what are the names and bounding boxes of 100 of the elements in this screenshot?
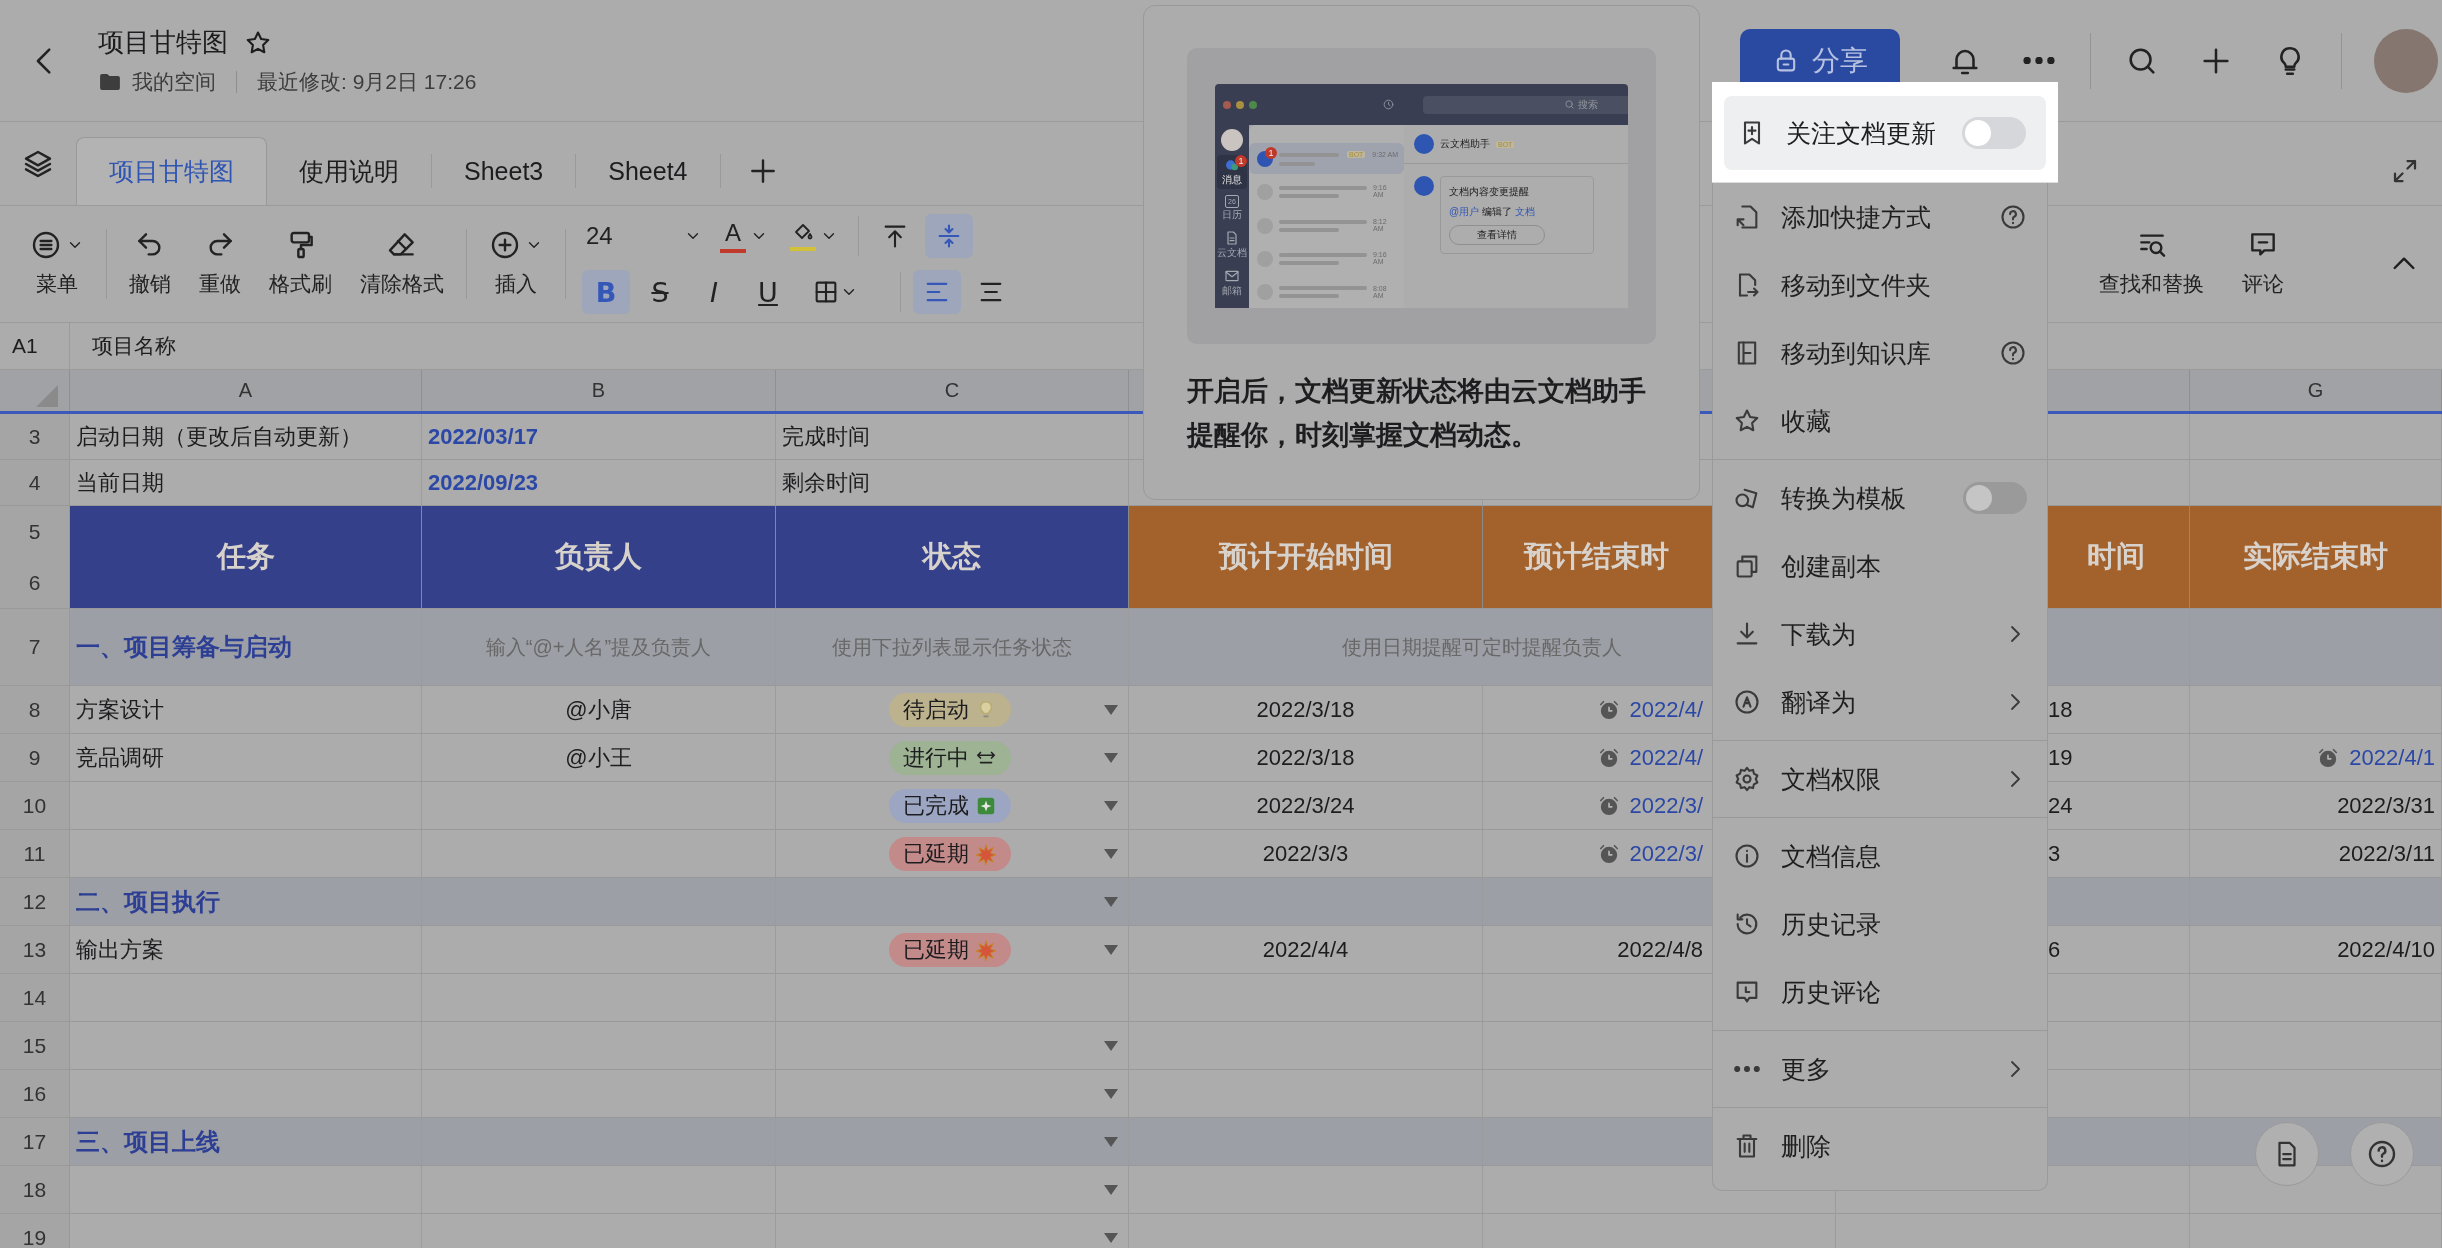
- table-cell: 启动日期（更改后自动更新）: [70, 414, 422, 459]
- menu-item[interactable]: 收藏: [1713, 387, 2047, 455]
- strike-button[interactable]: S: [636, 270, 684, 314]
- column-letter[interactable]: C: [944, 379, 960, 402]
- dropdown-arrow-icon[interactable]: [1104, 944, 1118, 955]
- settings-icon: [1733, 765, 1761, 793]
- date-reminder[interactable]: 2022/4/: [1629, 744, 1703, 771]
- card-text: 编辑了: [1482, 205, 1513, 219]
- avatar: [1221, 129, 1243, 151]
- sheet-tab[interactable]: Sheet3: [432, 137, 576, 205]
- status-tag[interactable]: 已延期: [889, 932, 1011, 967]
- help-icon[interactable]: [1999, 203, 2027, 231]
- menu-item[interactable]: 移动到知识库: [1713, 319, 2047, 387]
- alarm-clock-icon[interactable]: [1597, 698, 1620, 721]
- column-header-cell: 负责人: [422, 506, 776, 608]
- row-number: 12: [22, 889, 47, 914]
- menu-item[interactable]: 关注文档更新: [1724, 96, 2046, 170]
- chat-icon: [1224, 157, 1240, 173]
- toolbar-button[interactable]: 菜单: [16, 230, 98, 298]
- window-dot-icon: [1236, 100, 1244, 109]
- bot-avatar: [1414, 134, 1434, 154]
- toggle-switch[interactable]: [1962, 117, 2026, 149]
- formula-value[interactable]: 项目名称: [70, 332, 176, 360]
- row-number: 4: [28, 470, 41, 495]
- row-number: 8: [28, 697, 41, 722]
- column-letter[interactable]: A: [238, 379, 253, 402]
- toggle-switch[interactable]: [1963, 482, 2027, 514]
- dropdown-arrow-icon[interactable]: [1104, 704, 1118, 715]
- row-number: 18: [22, 1177, 47, 1202]
- sheet-tab[interactable]: 使用说明: [267, 137, 431, 205]
- underline-button[interactable]: U: [744, 270, 792, 314]
- hint-cell: 输入“@+人名”提及负责人: [422, 609, 776, 685]
- more-icon[interactable]: [2022, 57, 2056, 64]
- sheet-tab[interactable]: Sheet4: [576, 137, 720, 205]
- location-link[interactable]: 我的空间: [132, 68, 216, 96]
- align-middle-button[interactable]: [925, 214, 973, 258]
- table-cell: 方案设计: [70, 686, 422, 733]
- dropdown-arrow-icon[interactable]: [1104, 800, 1118, 811]
- italic-button[interactable]: I: [690, 270, 738, 314]
- align-left-button[interactable]: [913, 270, 961, 314]
- status-tag[interactable]: 待启动: [889, 692, 1011, 727]
- nav-item[interactable]: 云文档: [1217, 228, 1247, 262]
- toolbar-button[interactable]: 清除格式: [346, 230, 458, 298]
- status-tag[interactable]: 已延期: [889, 836, 1011, 871]
- table-cell: 2022/4/10: [2190, 926, 2442, 973]
- table-cell: 2022/4/4: [1129, 926, 1483, 973]
- column-letter[interactable]: B: [591, 379, 606, 402]
- row-number: 9: [28, 745, 41, 770]
- dropdown-arrow-icon[interactable]: [1104, 848, 1118, 859]
- table-cell: 2022/3/3: [1129, 830, 1483, 877]
- toolbar-button[interactable]: 撤销: [115, 230, 185, 298]
- table-cell: @小王: [422, 734, 776, 781]
- dropdown-arrow-icon[interactable]: [1104, 1232, 1118, 1243]
- font-color-button[interactable]: A: [712, 219, 776, 253]
- row-number: 16: [22, 1081, 47, 1106]
- help-icon: [2366, 1138, 2398, 1170]
- alarm-clock-icon[interactable]: [2317, 746, 2340, 769]
- dropdown-arrow-icon[interactable]: [1104, 896, 1118, 907]
- column-letter[interactable]: G: [2307, 379, 2324, 402]
- menu-item[interactable]: 更多: [1713, 1035, 2047, 1103]
- toolbar-button[interactable]: 重做: [185, 230, 255, 298]
- alarm-clock-icon[interactable]: [1597, 746, 1620, 769]
- nav-item[interactable]: 消息 1: [1217, 155, 1247, 189]
- toolbar-button[interactable]: 插入: [475, 230, 557, 298]
- help-icon[interactable]: [1999, 339, 2027, 367]
- dropdown-arrow-icon[interactable]: [1104, 752, 1118, 763]
- table-cell: 2022/09/23: [422, 460, 776, 505]
- row-number: 11: [23, 841, 46, 866]
- column-header-cell: 实际结束时: [2190, 506, 2442, 608]
- date-reminder[interactable]: 2022/3/: [1629, 840, 1703, 867]
- section-title-cell: 三、项目上线: [70, 1118, 422, 1165]
- alarm-clock-icon[interactable]: [1597, 842, 1620, 865]
- dropdown-arrow-icon[interactable]: [1104, 1136, 1118, 1147]
- date-reminder[interactable]: 2022/4/1: [2349, 744, 2435, 771]
- nav-item[interactable]: 邮箱: [1217, 266, 1247, 300]
- burst-icon: [975, 842, 997, 865]
- alarm-clock-icon[interactable]: [1597, 794, 1620, 817]
- dropdown-arrow-icon[interactable]: [1104, 1184, 1118, 1195]
- column-header-cell: 预计开始时间: [1129, 506, 1483, 608]
- toolbar-button[interactable]: 查找和替换: [2085, 230, 2218, 298]
- status-tag[interactable]: 已完成: [889, 788, 1011, 823]
- document-title: 项目甘特图: [98, 26, 228, 59]
- date-reminder[interactable]: 2022/4/: [1629, 696, 1703, 723]
- toolbar-button[interactable]: 格式刷: [255, 230, 346, 298]
- card-title: 文档内容变更提醒: [1449, 185, 1530, 199]
- font-size-select[interactable]: 24: [582, 222, 706, 250]
- menu-icon: [30, 229, 62, 261]
- tooltip-text: 开启后，文档更新状态将由云文档助手提醒你，时刻掌握文档动态。: [1187, 375, 1647, 452]
- status-tag[interactable]: 进行中: [889, 740, 1011, 775]
- table-cell: 2022/3/18: [1129, 686, 1483, 733]
- menu-item[interactable]: 添加快捷方式: [1713, 183, 2047, 251]
- toolbar-button[interactable]: 评论: [2228, 230, 2298, 298]
- dropdown-arrow-icon[interactable]: [1104, 1088, 1118, 1099]
- dropdown-arrow-icon[interactable]: [1104, 1040, 1118, 1051]
- clock-icon: [1382, 98, 1395, 111]
- date-reminder[interactable]: 2022/3/: [1629, 792, 1703, 819]
- menu-item[interactable]: 移动到文件夹: [1713, 251, 2047, 319]
- info-icon: [1733, 842, 1761, 870]
- menu-item[interactable]: 删除: [1713, 1112, 2047, 1180]
- table-cell: 输出方案: [70, 926, 422, 973]
